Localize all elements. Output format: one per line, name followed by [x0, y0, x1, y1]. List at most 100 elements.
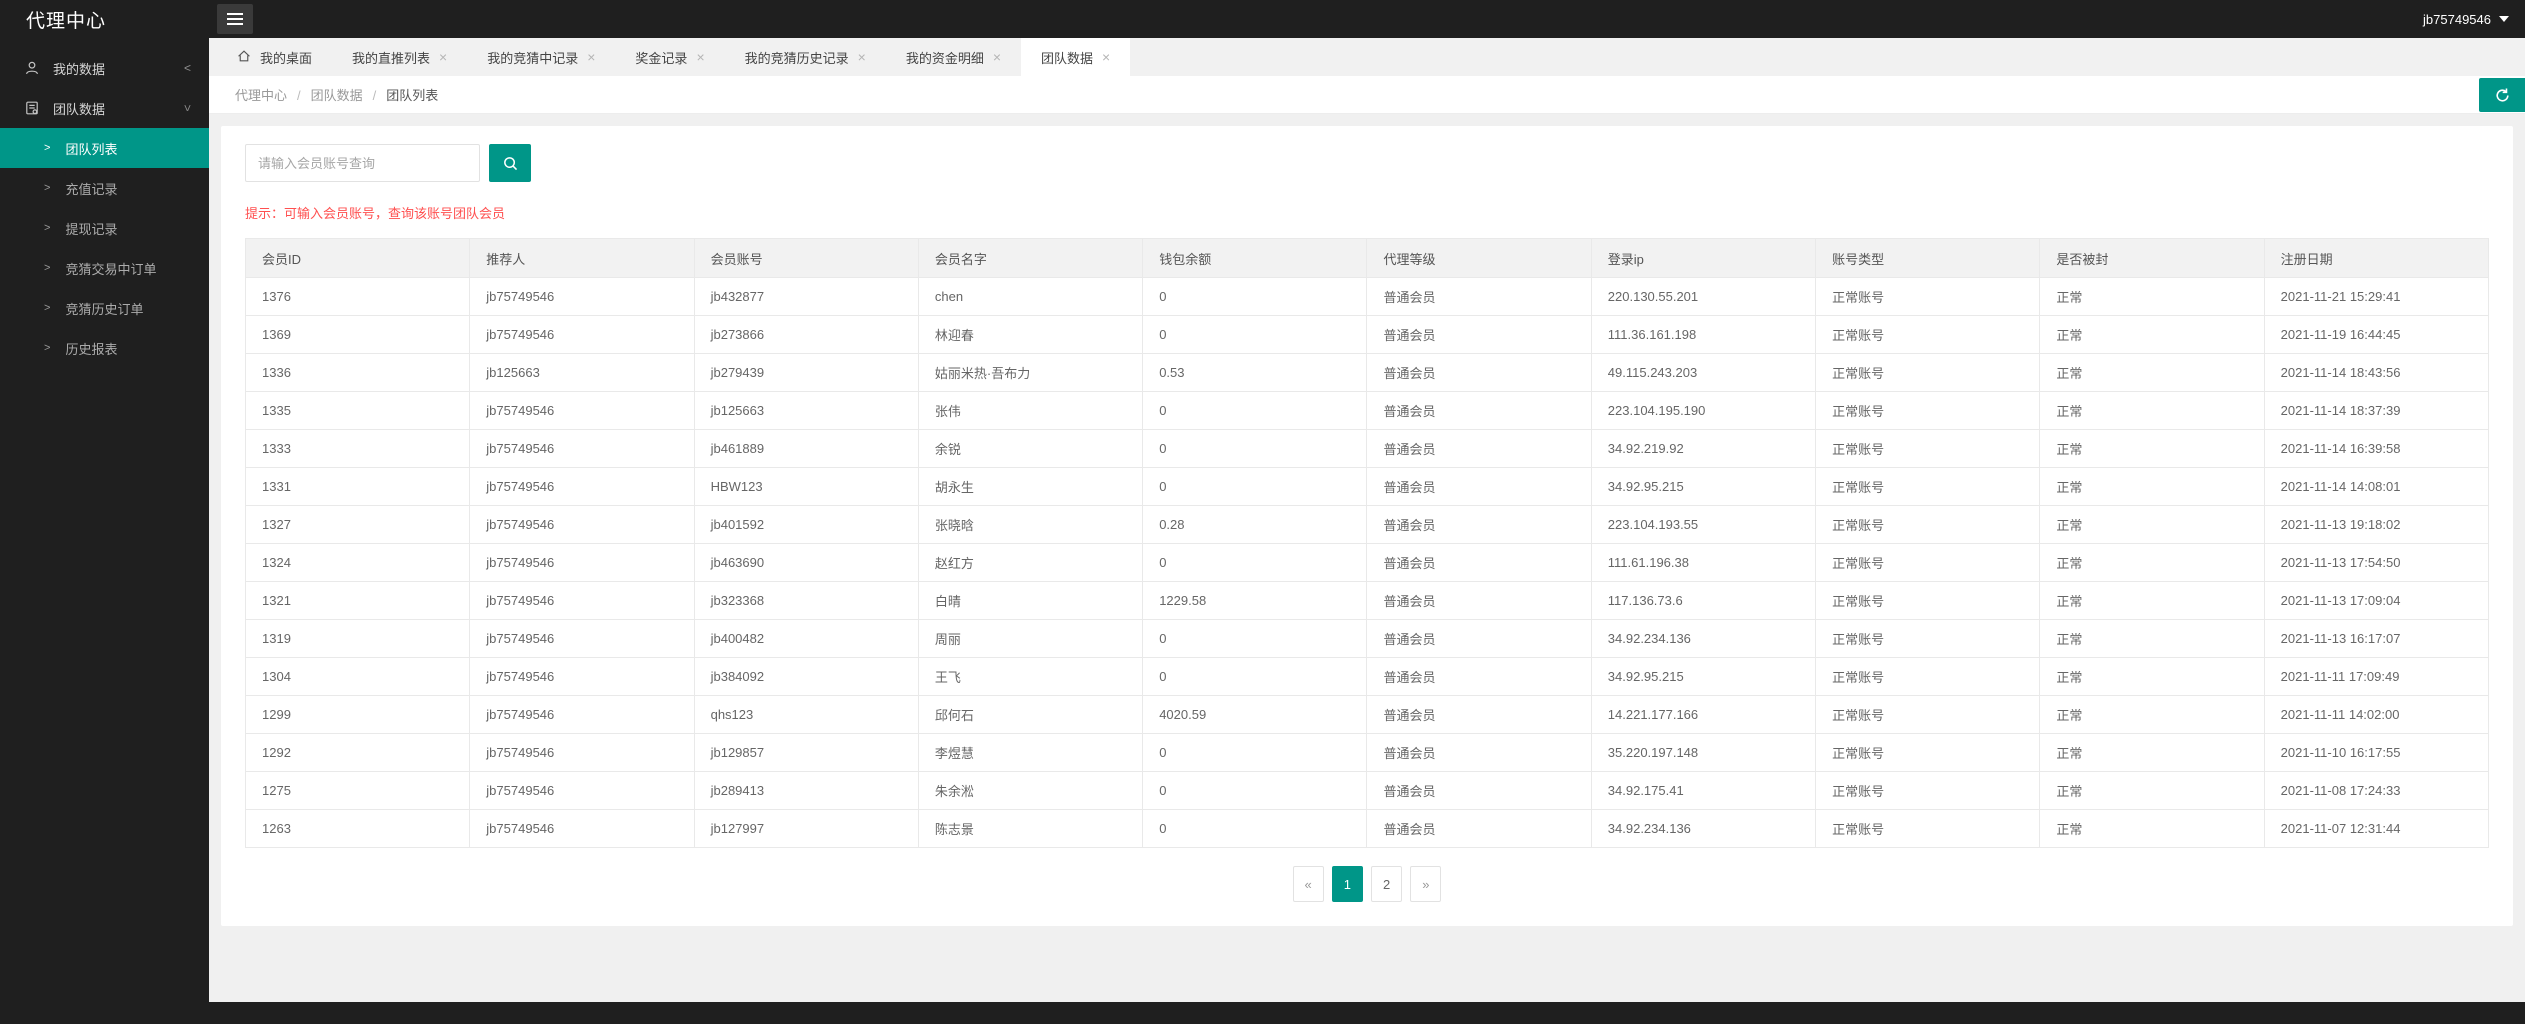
table-cell: 0 — [1142, 771, 1368, 810]
table-cell: 正常 — [2039, 733, 2265, 772]
table-cell: 姑丽米热·吾布力 — [917, 353, 1144, 392]
tab-close-icon[interactable]: × — [696, 50, 704, 64]
table-cell: jb75749546 — [469, 505, 695, 544]
pagination-page-1[interactable]: 1 — [1331, 866, 1363, 902]
table-cell: 2021-11-13 16:17:07 — [2263, 619, 2490, 658]
tab-label: 奖金记录 — [635, 50, 688, 66]
table-cell: 2021-11-10 16:17:55 — [2263, 733, 2490, 772]
table-cell: 普通会员 — [1366, 581, 1592, 620]
user-menu[interactable]: jb75749546 — [2423, 12, 2525, 27]
table-cell: 普通会员 — [1366, 353, 1592, 392]
breadcrumb-item[interactable]: 团队数据 — [311, 88, 363, 103]
table-row: 1327 jb75749546 jb401592 张晓晗 0.28 普通会员 223.104… — [244, 505, 2490, 544]
search-input[interactable] — [245, 144, 480, 182]
column-header-注册日期: 注册日期 — [2263, 238, 2490, 278]
table-cell: 1321 — [244, 581, 471, 620]
sidebar-item-label: 团队列表 — [65, 141, 118, 157]
table-cell: 林迎春 — [917, 315, 1144, 354]
sidebar-item-竞猜历史订单[interactable]: > 竞猜历史订单 — [0, 288, 209, 328]
table-row: 1324 jb75749546 jb463690 赵红方 0 普通会员 111.61.196… — [244, 543, 2490, 582]
table-cell: 正常账号 — [1815, 619, 2041, 658]
table-cell: jb129857 — [693, 733, 919, 772]
table-cell: 1304 — [244, 657, 471, 696]
tab-我的资金明细[interactable]: 我的资金明细 × — [886, 38, 1021, 76]
table-cell: 0 — [1142, 277, 1368, 316]
table-cell: jb75749546 — [469, 771, 695, 810]
tab-我的直推列表[interactable]: 我的直推列表 × — [332, 38, 467, 76]
tab-close-icon[interactable]: × — [439, 50, 447, 64]
chevron-down-icon: > — [180, 104, 195, 112]
table-cell: 正常 — [2039, 467, 2265, 506]
team-table: 会员ID 推荐人 会员账号 会员名字 钱包余额 代理等级 登录ip 账号类型 是否被封 注册日期 … — [244, 238, 2490, 848]
table-cell: 0 — [1142, 619, 1368, 658]
sidebar-item-提现记录[interactable]: > 提现记录 — [0, 208, 209, 248]
table-cell: 普通会员 — [1366, 543, 1592, 582]
table-cell: 正常账号 — [1815, 695, 2041, 734]
table-cell: 普通会员 — [1366, 429, 1592, 468]
sidebar-item-充值记录[interactable]: > 充值记录 — [0, 168, 209, 208]
table-cell: 2021-11-08 17:24:33 — [2263, 771, 2490, 810]
table-cell: jb75749546 — [469, 391, 695, 430]
sidebar-item-历史报表[interactable]: > 历史报表 — [0, 328, 209, 368]
table-row: 1299 jb75749546 qhs123 邱何石 4020.59 普通会员 14.221… — [244, 695, 2490, 734]
table-cell: 普通会员 — [1366, 695, 1592, 734]
tab-close-icon[interactable]: × — [993, 50, 1001, 64]
breadcrumb-item[interactable]: 代理中心 — [235, 88, 287, 103]
pagination-page-2[interactable]: 2 — [1371, 866, 1403, 902]
table-cell: 陈志景 — [917, 809, 1144, 848]
table-cell: 34.92.95.215 — [1590, 657, 1817, 696]
sidebar-item-label: 竞猜历史订单 — [65, 301, 144, 317]
tab-bar: 我的桌面 我的直推列表 × 我的竞猜中记录 × 奖金记录 × 我的竞猜历史记录 × 我的资金明细 ×… — [209, 38, 2525, 76]
tab-label: 我的资金明细 — [905, 50, 984, 66]
table-cell: 正常账号 — [1815, 733, 2041, 772]
table-cell: 2021-11-14 18:37:39 — [2263, 391, 2490, 430]
table-cell: jb75749546 — [469, 657, 695, 696]
tab-团队数据[interactable]: 团队数据 × — [1021, 38, 1131, 76]
table-row: 1321 jb75749546 jb323368 白晴 1229.58 普通会员 117.1… — [244, 581, 2490, 620]
tab-close-icon[interactable]: × — [1102, 50, 1110, 64]
column-header-登录ip: 登录ip — [1590, 238, 1817, 278]
table-cell: 普通会员 — [1366, 809, 1592, 848]
column-header-会员ID: 会员ID — [244, 238, 471, 278]
table-cell: 普通会员 — [1366, 277, 1592, 316]
table-header-row: 会员ID 推荐人 会员账号 会员名字 钱包余额 代理等级 登录ip 账号类型 是否被封 注册日期 — [244, 238, 2490, 278]
tab-奖金记录[interactable]: 奖金记录 × — [615, 38, 724, 76]
pagination-prev-button[interactable]: « — [1292, 866, 1324, 902]
sidebar-group-团队数据[interactable]: 团队数据 > — [0, 88, 209, 128]
table-cell: 1376 — [244, 277, 471, 316]
table-cell: 1299 — [244, 695, 471, 734]
refresh-button[interactable] — [2479, 78, 2525, 112]
table-cell: jb75749546 — [469, 467, 695, 506]
sidebar-item-竞猜交易中订单[interactable]: > 竞猜交易中订单 — [0, 248, 209, 288]
table-cell: 正常 — [2039, 353, 2265, 392]
table-cell: jb75749546 — [469, 619, 695, 658]
sidebar-toggle-button[interactable] — [217, 4, 253, 34]
table-cell: jb125663 — [469, 353, 695, 392]
table-row: 1333 jb75749546 jb461889 余锐 0 普通会员 34.92.219.9… — [244, 429, 2490, 468]
pagination-next-button[interactable]: » — [1410, 866, 1442, 902]
sidebar-item-label: 历史报表 — [65, 341, 118, 357]
search-button[interactable] — [489, 144, 531, 182]
table-cell: jb125663 — [693, 391, 919, 430]
sidebar-item-团队列表[interactable]: > 团队列表 — [0, 128, 209, 168]
tab-我的桌面[interactable]: 我的桌面 — [217, 38, 332, 76]
footer-bar — [0, 1002, 2525, 1024]
table-cell: 普通会员 — [1366, 467, 1592, 506]
table-cell: 赵红方 — [917, 543, 1144, 582]
tab-close-icon[interactable]: × — [587, 50, 595, 64]
top-bar: 代理中心 jb75749546 — [0, 0, 2525, 38]
table-cell: 普通会员 — [1366, 657, 1592, 696]
table-cell: 2021-11-14 18:43:56 — [2263, 353, 2490, 392]
table-cell: 2021-11-13 17:54:50 — [2263, 543, 2490, 582]
main-area: 我的桌面 我的直推列表 × 我的竞猜中记录 × 奖金记录 × 我的竞猜历史记录 × 我的资金明细 ×… — [209, 38, 2525, 1002]
table-cell: 34.92.234.136 — [1590, 809, 1817, 848]
tab-我的竞猜历史记录[interactable]: 我的竞猜历史记录 × — [725, 38, 886, 76]
table-cell: 0 — [1142, 315, 1368, 354]
tab-我的竞猜中记录[interactable]: 我的竞猜中记录 × — [467, 38, 615, 76]
table-cell: jb463690 — [693, 543, 919, 582]
sidebar-group-我的数据[interactable]: 我的数据 > — [0, 48, 209, 88]
table-cell: 余锐 — [917, 429, 1144, 468]
table-row: 1335 jb75749546 jb125663 张伟 0 普通会员 223.104.195… — [244, 391, 2490, 430]
tab-close-icon[interactable]: × — [858, 50, 866, 64]
table-cell: jb432877 — [693, 277, 919, 316]
